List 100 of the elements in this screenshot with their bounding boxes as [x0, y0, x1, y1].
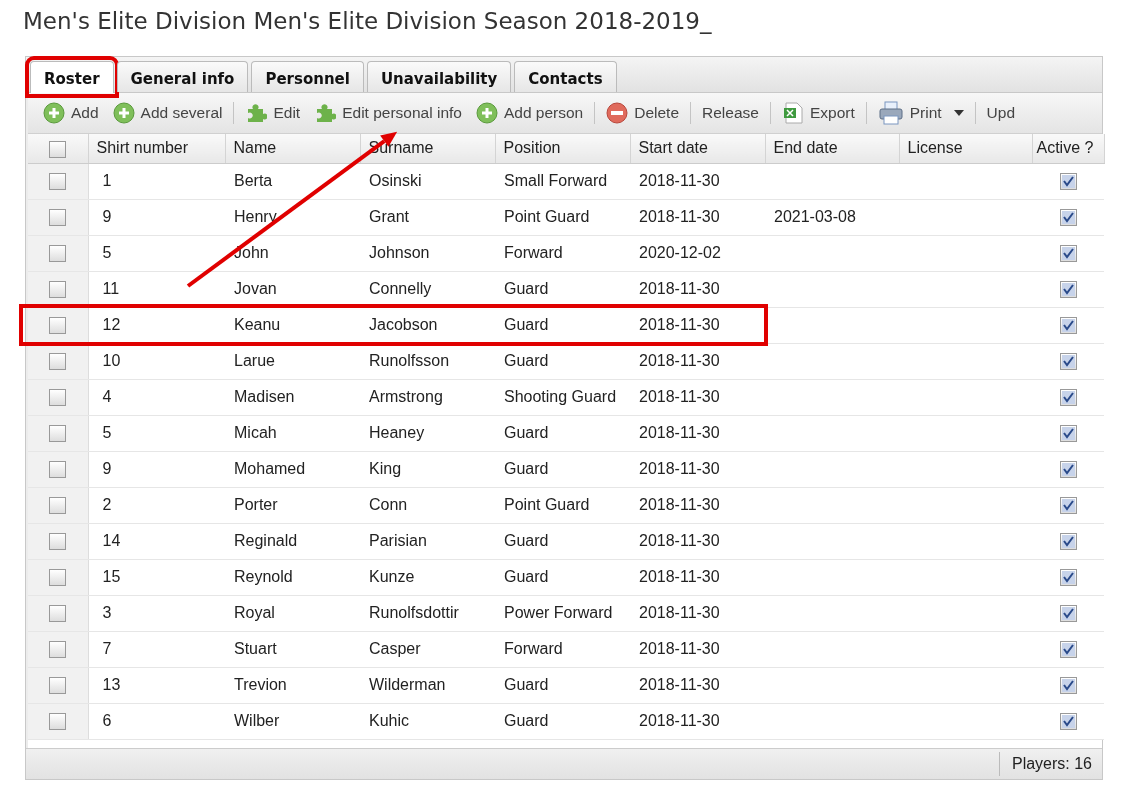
- table-cell: Osinski: [360, 163, 495, 199]
- row-checkbox[interactable]: [49, 497, 67, 515]
- table-cell: Point Guard: [495, 199, 630, 235]
- table-cell: Berta: [225, 163, 360, 199]
- row-checkbox[interactable]: [49, 389, 67, 407]
- select-all-checkbox[interactable]: [49, 140, 67, 158]
- toolbar-button[interactable]: Add several: [105, 101, 230, 125]
- table-cell: Keanu: [225, 307, 360, 343]
- tab[interactable]: Contacts: [514, 61, 617, 92]
- active-checkbox[interactable]: [1059, 389, 1077, 407]
- toolbar-button[interactable]: Add: [36, 101, 106, 125]
- delete-icon: [606, 102, 629, 124]
- row-checkbox[interactable]: [49, 605, 67, 623]
- table-cell: Guard: [495, 703, 630, 739]
- row-checkbox[interactable]: [49, 713, 67, 731]
- toolbar-button[interactable]: Print: [870, 101, 971, 125]
- active-checkbox[interactable]: [1059, 281, 1077, 299]
- table-cell: Johnson: [360, 235, 495, 271]
- table-cell: 2021-03-08: [765, 199, 899, 235]
- table-cell: 9: [88, 451, 225, 487]
- active-checkbox[interactable]: [1059, 461, 1077, 479]
- table-cell: 2018-11-30: [630, 595, 765, 631]
- row-checkbox[interactable]: [49, 641, 67, 659]
- table-cell: Henry: [225, 199, 360, 235]
- toolbar-button[interactable]: Edit personal info: [307, 101, 469, 125]
- column-header[interactable]: Start date: [630, 134, 765, 163]
- row-checkbox[interactable]: [49, 173, 67, 191]
- column-header[interactable]: Shirt number: [88, 134, 225, 163]
- add-icon: [475, 102, 498, 124]
- active-checkbox[interactable]: [1059, 425, 1077, 443]
- table-cell: 2018-11-30: [630, 199, 765, 235]
- toolbar-button[interactable]: Edit: [238, 101, 308, 125]
- table-cell: 6: [88, 703, 225, 739]
- toolbar-button[interactable]: Export: [774, 101, 862, 125]
- table-cell: 5: [88, 235, 225, 271]
- column-header[interactable]: License: [899, 134, 1032, 163]
- table-cell: Wilderman: [360, 667, 495, 703]
- table-cell: Reynold: [225, 559, 360, 595]
- table-cell: Kunze: [360, 559, 495, 595]
- active-checkbox[interactable]: [1059, 713, 1077, 731]
- row-checkbox[interactable]: [49, 353, 67, 371]
- toolbar-button[interactable]: Delete: [599, 101, 687, 125]
- table-cell: Guard: [495, 559, 630, 595]
- table-cell: King: [360, 451, 495, 487]
- active-checkbox[interactable]: [1059, 605, 1077, 623]
- table-cell: 1: [88, 163, 225, 199]
- table-cell: Guard: [495, 451, 630, 487]
- toolbar-button[interactable]: Add person: [468, 101, 591, 125]
- row-checkbox[interactable]: [49, 317, 67, 335]
- column-header[interactable]: End date: [765, 134, 899, 163]
- column-header[interactable]: Name: [225, 134, 360, 163]
- table-cell: Casper: [360, 631, 495, 667]
- player-count: Players: 16: [998, 751, 1102, 776]
- table-cell: Armstrong: [360, 379, 495, 415]
- toolbar-button[interactable]: Release: [695, 101, 766, 125]
- table-cell: Conn: [360, 487, 495, 523]
- active-checkbox[interactable]: [1059, 533, 1077, 551]
- tab[interactable]: Unavailability: [366, 61, 512, 92]
- table-cell: Forward: [495, 235, 630, 271]
- row-checkbox[interactable]: [49, 281, 67, 299]
- active-checkbox[interactable]: [1059, 641, 1077, 659]
- table-cell: 12: [88, 307, 225, 343]
- spreadsheet-icon: [781, 102, 804, 124]
- printer-icon: [877, 101, 904, 125]
- table-cell: Stuart: [225, 631, 360, 667]
- active-checkbox[interactable]: [1059, 353, 1077, 371]
- table-cell: Porter: [225, 487, 360, 523]
- active-checkbox[interactable]: [1059, 317, 1077, 335]
- active-checkbox[interactable]: [1059, 245, 1077, 263]
- table-cell: 2018-11-30: [630, 379, 765, 415]
- page-title: Men's Elite Division Men's Elite Division Season 2018-2019_: [22, 7, 713, 36]
- active-checkbox[interactable]: [1059, 569, 1077, 587]
- active-checkbox[interactable]: [1059, 173, 1077, 191]
- table-cell: Reginald: [225, 523, 360, 559]
- active-checkbox[interactable]: [1059, 497, 1077, 515]
- table-cell: Parisian: [360, 523, 495, 559]
- row-checkbox[interactable]: [49, 425, 67, 443]
- row-checkbox[interactable]: [49, 245, 67, 263]
- table-cell: Trevion: [225, 667, 360, 703]
- column-header[interactable]: Active ?: [1032, 134, 1104, 163]
- row-checkbox[interactable]: [49, 461, 67, 479]
- table-cell: Jacobson: [360, 307, 495, 343]
- row-checkbox[interactable]: [49, 533, 67, 551]
- active-checkbox[interactable]: [1059, 677, 1077, 695]
- table-cell: 2018-11-30: [630, 307, 765, 343]
- active-checkbox[interactable]: [1059, 209, 1077, 227]
- table-cell: 9: [88, 199, 225, 235]
- table-cell: 2018-11-30: [630, 631, 765, 667]
- row-checkbox[interactable]: [49, 677, 67, 695]
- table-cell: 13: [88, 667, 225, 703]
- table-cell: 14: [88, 523, 225, 559]
- table-cell: Guard: [495, 523, 630, 559]
- tab[interactable]: General info: [116, 61, 249, 92]
- toolbar-button[interactable]: Upd: [979, 101, 1023, 125]
- table-cell: Grant: [360, 199, 495, 235]
- tab[interactable]: Personnel: [251, 61, 364, 92]
- row-checkbox[interactable]: [49, 209, 67, 227]
- row-checkbox[interactable]: [49, 569, 67, 587]
- column-header[interactable]: Position: [495, 134, 630, 163]
- table-cell: 2018-11-30: [630, 703, 765, 739]
